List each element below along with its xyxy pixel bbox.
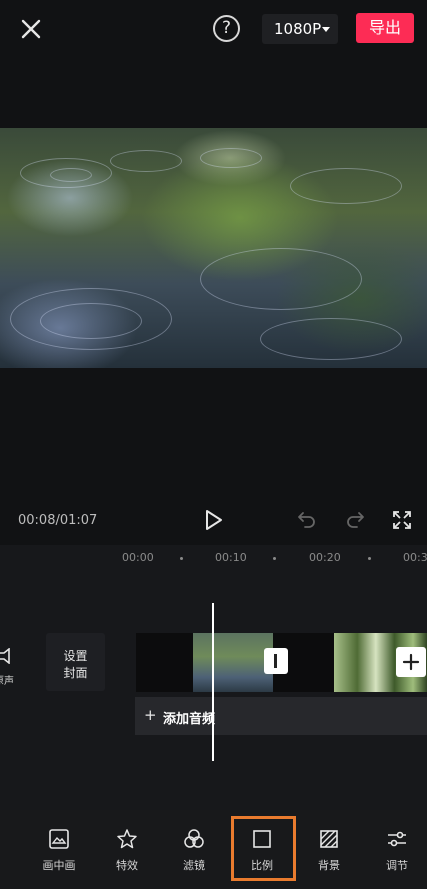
ruler-dot	[180, 557, 183, 560]
ruler-dot	[368, 557, 371, 560]
tool-adjust[interactable]: 调节	[367, 828, 427, 878]
filter-icon	[184, 829, 204, 848]
tool-picture-in-picture[interactable]: 画中画	[29, 828, 89, 878]
help-button[interactable]: ?	[213, 15, 240, 42]
add-audio-button[interactable]: + 添加音频	[135, 697, 427, 735]
tool-label: 滤镜	[183, 859, 205, 872]
background-icon	[320, 830, 338, 848]
video-clip[interactable]	[193, 633, 273, 692]
selected-tool-highlight	[231, 816, 296, 881]
timeline-ruler: 00:00 00:10 00:20 00:30	[0, 545, 427, 567]
set-cover-label-line2: 封面	[63, 666, 88, 680]
original-sound-label: 原声	[0, 676, 14, 687]
plus-icon	[402, 653, 420, 671]
picture-in-picture-icon	[49, 829, 69, 849]
set-cover-label-line1: 设置	[63, 649, 88, 663]
ruler-tick: 00:10	[215, 551, 247, 564]
playback-timecode: 00:08/01:07	[18, 513, 98, 528]
chevron-down-icon	[322, 27, 330, 32]
tool-label: 特效	[116, 859, 138, 872]
add-audio-plus: +	[144, 706, 157, 724]
export-button[interactable]: 导出	[356, 13, 414, 43]
video-preview[interactable]	[0, 128, 427, 368]
tool-label: 背景	[318, 859, 340, 872]
ruler-tick: 00:30	[403, 551, 427, 564]
tool-background[interactable]: 背景	[299, 828, 359, 878]
tool-filter[interactable]: 滤镜	[164, 828, 224, 878]
set-cover-button[interactable]: 设置 封面	[46, 633, 105, 691]
tool-effects[interactable]: 特效	[97, 828, 157, 878]
tool-label: 画中画	[42, 859, 76, 872]
adjust-icon	[388, 831, 406, 847]
ruler-tick: 00:00	[122, 551, 154, 564]
add-clip-button[interactable]	[396, 647, 426, 677]
playhead[interactable]	[212, 603, 214, 761]
add-audio-label: 添加音频	[163, 712, 216, 727]
ruler-tick: 00:20	[309, 551, 341, 564]
resolution-dropdown[interactable]: 1080P	[262, 14, 338, 44]
redo-icon[interactable]	[344, 510, 366, 530]
resolution-label: 1080P	[274, 20, 322, 38]
ruler-dot	[273, 557, 276, 560]
original-sound-toggle[interactable]: 原声	[0, 648, 30, 690]
star-effect-icon	[117, 829, 137, 849]
transition-icon[interactable]	[264, 648, 288, 674]
fullscreen-icon[interactable]	[392, 510, 412, 530]
tool-label: 调节	[386, 859, 408, 872]
close-icon[interactable]	[18, 16, 44, 42]
undo-icon[interactable]	[296, 510, 318, 530]
play-icon[interactable]	[204, 509, 224, 531]
